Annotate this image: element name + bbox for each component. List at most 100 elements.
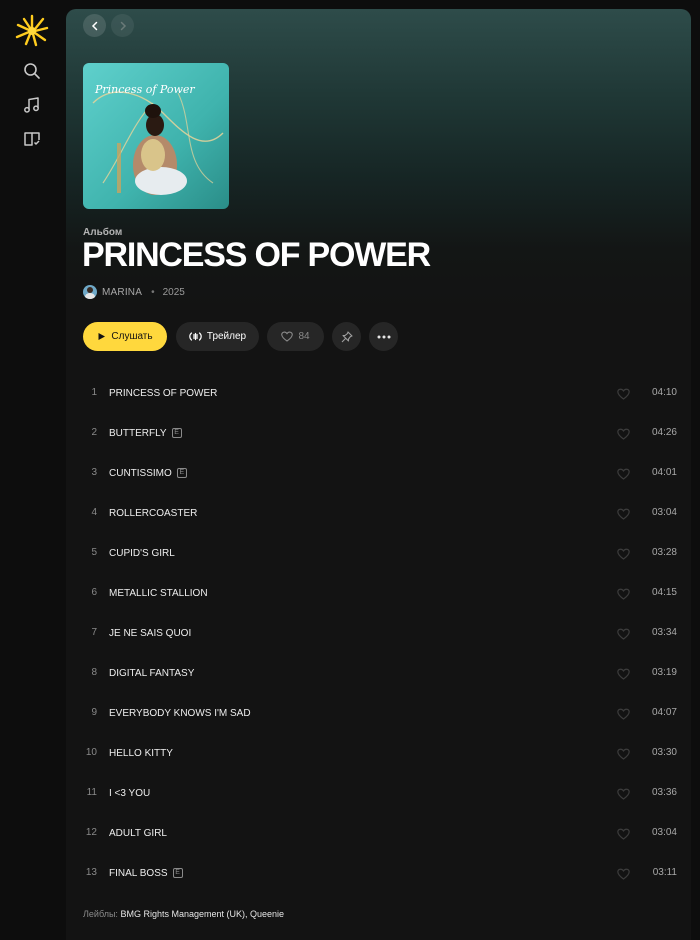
explicit-badge: E	[171, 428, 182, 438]
track-title-text: HELLO KITTY	[109, 747, 173, 759]
track-row[interactable]: 13 FINAL BOSS E 03:11	[83, 853, 678, 893]
track-like-heart-icon[interactable]	[617, 467, 630, 480]
track-row[interactable]: 6 METALLIC STALLION 04:15	[83, 573, 678, 613]
track-number: 4	[91, 507, 97, 518]
like-button[interactable]: 84	[267, 322, 324, 351]
album-cover[interactable]: Princess of Power	[83, 63, 229, 209]
track-like-heart-icon[interactable]	[617, 707, 630, 720]
track-title-text: EVERYBODY KNOWS I'M SAD	[109, 707, 251, 719]
explicit-badge: E	[172, 868, 183, 878]
track-number: 8	[91, 667, 97, 678]
track-row[interactable]: 11 I <3 YOU 03:36	[83, 773, 678, 813]
track-number: 13	[85, 867, 97, 878]
track-row[interactable]: 9 EVERYBODY KNOWS I'M SAD 04:07	[83, 693, 678, 733]
track-row[interactable]: 12 ADULT GIRL 03:04	[83, 813, 678, 853]
track-like-heart-icon[interactable]	[617, 787, 630, 800]
track-like-heart-icon[interactable]	[617, 867, 630, 880]
track-title: HELLO KITTY	[109, 733, 173, 773]
track-title: PRINCESS OF POWER	[109, 373, 217, 413]
track-title: I <3 YOU	[109, 773, 150, 813]
track-title-text: FINAL BOSS	[109, 867, 168, 879]
track-duration: 03:19	[651, 667, 677, 678]
explicit-badge: E	[176, 468, 187, 478]
sunburst-logo[interactable]	[15, 14, 49, 48]
track-like-heart-icon[interactable]	[617, 547, 630, 560]
track-duration: 04:26	[651, 427, 677, 438]
track-like-heart-icon[interactable]	[617, 507, 630, 520]
separator-dot: •	[151, 286, 155, 298]
artist-link[interactable]: MARINA	[102, 287, 142, 298]
library-icon[interactable]	[20, 127, 44, 151]
track-list: 1 PRINCESS OF POWER 04:10 2 BUTTERFLY E 04:26 3…	[83, 373, 678, 893]
track-row[interactable]: 1 PRINCESS OF POWER 04:10	[83, 373, 678, 413]
more-button[interactable]	[369, 322, 398, 351]
track-like-heart-icon[interactable]	[617, 627, 630, 640]
search-icon[interactable]	[20, 59, 44, 83]
track-number: 3	[91, 467, 97, 478]
track-row[interactable]: 7 JE NE SAIS QUOI 03:34	[83, 613, 678, 653]
pin-button[interactable]	[332, 322, 361, 351]
track-number: 12	[85, 827, 97, 838]
track-number: 10	[85, 747, 97, 758]
track-row[interactable]: 4 ROLLERCOASTER 03:04	[83, 493, 678, 533]
forward-button[interactable]	[111, 14, 134, 37]
track-duration: 03:34	[651, 627, 677, 638]
track-title: METALLIC STALLION	[109, 573, 208, 613]
track-title: ADULT GIRL	[109, 813, 167, 853]
track-duration: 03:04	[651, 507, 677, 518]
track-title: BUTTERFLY E	[109, 413, 182, 453]
labels-names[interactable]: BMG Rights Management (UK), Queenie	[120, 909, 284, 919]
trailer-wave-icon	[189, 332, 202, 341]
release-year: 2025	[162, 286, 185, 298]
track-like-heart-icon[interactable]	[617, 387, 630, 400]
track-row[interactable]: 5 CUPID'S GIRL 03:28	[83, 533, 678, 573]
track-number: 1	[91, 387, 97, 398]
track-title-text: I <3 YOU	[109, 787, 151, 799]
track-duration: 03:30	[651, 747, 677, 758]
like-count: 84	[298, 331, 310, 342]
listen-button-label: Слушать	[111, 331, 153, 342]
track-title: JE NE SAIS QUOI	[109, 613, 191, 653]
track-title: DIGITAL FANTASY	[109, 653, 194, 693]
track-title-text: PRINCESS OF POWER	[109, 387, 218, 399]
track-duration: 03:36	[651, 787, 677, 798]
track-number: 2	[91, 427, 97, 438]
track-like-heart-icon[interactable]	[617, 427, 630, 440]
track-row[interactable]: 8 DIGITAL FANTASY 03:19	[83, 653, 678, 693]
track-number: 11	[86, 787, 97, 798]
track-duration: 04:15	[651, 587, 677, 598]
track-row[interactable]: 2 BUTTERFLY E 04:26	[83, 413, 678, 453]
track-duration: 03:28	[651, 547, 677, 558]
track-duration: 03:04	[651, 827, 677, 838]
track-number: 7	[91, 627, 97, 638]
track-title: EVERYBODY KNOWS I'M SAD	[109, 693, 251, 733]
track-row[interactable]: 10 HELLO KITTY 03:30	[83, 733, 678, 773]
track-title-text: ROLLERCOASTER	[109, 507, 198, 519]
labels-info: Лейблы: BMG Rights Management (UK), Quee…	[83, 909, 284, 919]
track-title-text: METALLIC STALLION	[109, 587, 208, 599]
trailer-button-label: Трейлер	[206, 331, 247, 342]
sidebar	[0, 0, 66, 940]
album-page: Princess of Power Альбом PRINCESS OF POW…	[66, 9, 691, 940]
trailer-button[interactable]: Трейлер	[176, 322, 259, 351]
track-title-text: DIGITAL FANTASY	[109, 667, 195, 679]
back-button[interactable]	[83, 14, 106, 37]
chevron-left-icon	[91, 21, 97, 30]
music-note-icon[interactable]	[20, 93, 44, 117]
track-title-text: ADULT GIRL	[109, 827, 167, 839]
track-row[interactable]: 3 CUNTISSIMO E 04:01	[83, 453, 678, 493]
track-title: CUPID'S GIRL	[109, 533, 175, 573]
track-title-text: JE NE SAIS QUOI	[109, 627, 192, 639]
artist-avatar[interactable]	[83, 285, 97, 299]
track-title-text: CUNTISSIMO	[109, 467, 172, 479]
track-like-heart-icon[interactable]	[617, 667, 630, 680]
chevron-right-icon	[120, 21, 126, 30]
track-number: 5	[91, 547, 97, 558]
track-duration: 03:11	[652, 867, 677, 878]
track-like-heart-icon[interactable]	[617, 827, 630, 840]
track-like-heart-icon[interactable]	[617, 747, 630, 760]
track-like-heart-icon[interactable]	[617, 587, 630, 600]
album-title: PRINCESS OF POWER	[82, 236, 431, 274]
listen-button[interactable]: Слушать	[83, 322, 167, 351]
album-meta: MARINA • 2025	[83, 284, 185, 300]
